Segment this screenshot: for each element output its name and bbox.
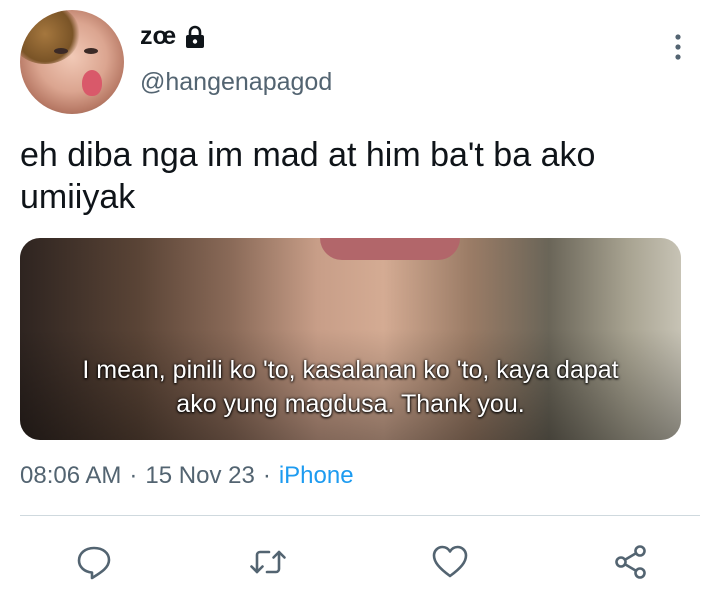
reply-icon: [77, 546, 111, 580]
avatar-eye-left: [54, 48, 68, 54]
share-icon: [615, 545, 646, 579]
avatar[interactable]: [20, 10, 124, 114]
author-name[interactable]: zœ: [140, 22, 176, 51]
tweet-meta: 08:06 AM · 15 Nov 23 · iPhone: [20, 462, 354, 490]
avatar-tongue: [82, 70, 102, 96]
author-name-row: zœ: [140, 22, 206, 51]
heart-icon: [432, 545, 468, 578]
action-bar: [0, 540, 720, 590]
retweet-button[interactable]: [246, 540, 290, 584]
tweet-media-image[interactable]: I mean, pinili ko 'to, kasalanan ko 'to,…: [20, 238, 681, 440]
tweet-text: eh diba nga im mad at him ba't ba ako um…: [20, 136, 596, 216]
media-caption-line2: ako yung magdusa. Thank you.: [176, 390, 525, 418]
media-caption-line1: I mean, pinili ko 'to, kasalanan ko 'to,…: [82, 356, 619, 384]
share-button[interactable]: [609, 540, 653, 584]
tweet-source[interactable]: iPhone: [279, 462, 354, 490]
author-handle[interactable]: @hangenapagod: [140, 68, 332, 97]
lock-icon: [186, 25, 205, 48]
tweet-time[interactable]: 08:06 AM: [20, 462, 121, 490]
like-button[interactable]: [428, 540, 472, 584]
divider: [20, 515, 700, 516]
avatar-hair: [20, 10, 80, 64]
avatar-eye-right: [84, 48, 98, 54]
meta-separator: ·: [262, 462, 271, 489]
retweet-icon: [250, 550, 286, 574]
reply-button[interactable]: [72, 540, 116, 584]
more-options-icon[interactable]: [670, 32, 686, 62]
tweet-date[interactable]: 15 Nov 23: [145, 462, 254, 490]
meta-separator: ·: [129, 462, 138, 489]
